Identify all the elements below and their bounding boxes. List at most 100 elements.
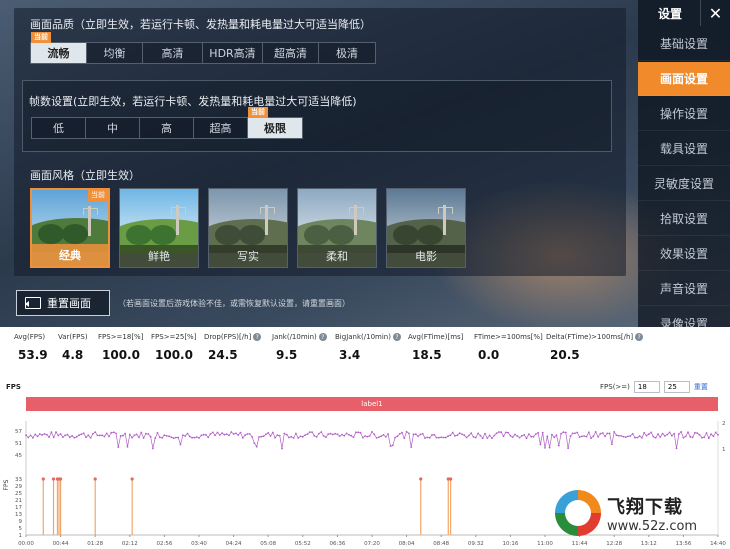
fps-series-point (214, 434, 217, 437)
fps-series-point (172, 437, 175, 440)
help-icon[interactable]: ? (392, 333, 401, 341)
close-icon[interactable]: ✕ (700, 0, 730, 26)
fps-series-point (428, 436, 431, 439)
y-tick-label: 1 (19, 533, 23, 539)
help-icon[interactable]: ? (318, 333, 327, 341)
fps-series-point (643, 431, 646, 434)
fps-series-point (170, 436, 173, 439)
fps-series-point (675, 447, 678, 450)
stat-label: Var(FPS) (58, 333, 88, 341)
fps-option[interactable]: 低 (32, 118, 86, 138)
fps-series-point (29, 434, 32, 437)
sidebar-item[interactable]: 操作设置 (638, 97, 730, 131)
style-option[interactable]: 写实 (208, 188, 288, 268)
jank-event-marker (419, 477, 423, 481)
fps-series-point (216, 431, 219, 434)
style-option[interactable]: 鲜艳 (119, 188, 199, 268)
quality-option[interactable]: 均衡 (87, 43, 143, 63)
fps-series-point (636, 436, 639, 439)
sidebar-item[interactable]: 拾取设置 (638, 202, 730, 236)
fps-option[interactable]: 高 (140, 118, 194, 138)
fps-series-point (652, 435, 655, 438)
fps-series-point (433, 433, 436, 436)
fps-option[interactable]: 中 (86, 118, 140, 138)
fps-series-point (223, 433, 226, 436)
jank-event-marker (449, 477, 453, 481)
fps-series-point (299, 435, 302, 438)
help-icon[interactable]: ? (253, 333, 262, 341)
fps-series-point (419, 433, 422, 436)
stat-label-text: BigJank(/10min) (335, 333, 391, 341)
sidebar-item[interactable]: 基础设置 (638, 27, 730, 61)
fps-series-point (304, 434, 306, 436)
sidebar-item[interactable]: 画面设置 (638, 62, 730, 96)
fps-series-point (152, 447, 154, 450)
fps-title: 帧数设置(立即生效，若运行卡顿、发热量和耗电量过大可适当降低) (29, 95, 357, 108)
style-option[interactable]: 经典 当前 (30, 188, 110, 268)
quality-option[interactable]: 极清 (319, 43, 375, 63)
fps-series-point (410, 446, 413, 448)
fps-filter-high-input[interactable] (663, 381, 690, 393)
stat-label: FPS>=18[%] (98, 333, 143, 341)
style-option[interactable]: 电影 (386, 188, 466, 268)
sidebar-item[interactable]: 载具设置 (638, 132, 730, 166)
sidebar-item[interactable]: 录像设置 (638, 307, 730, 327)
fps-series-point (408, 432, 410, 435)
fps-series-point (38, 433, 41, 435)
quality-option-label: 均衡 (103, 47, 126, 60)
quality-option[interactable]: 流畅 当前 (31, 32, 87, 63)
fps-series-point (456, 434, 459, 437)
label-bar[interactable]: label1 (26, 397, 718, 411)
fps-series-point (115, 432, 117, 435)
y-tick-label: 51 (15, 441, 22, 447)
fps-series-point (687, 431, 689, 434)
sidebar-item[interactable]: 效果设置 (638, 237, 730, 271)
fps-series-point (594, 431, 597, 433)
y-tick-label: 33 (15, 477, 22, 483)
fps-series-point (87, 434, 90, 437)
stat-label-text: FPS>=25[%] (151, 333, 197, 341)
style-option[interactable]: 柔和 (297, 188, 377, 268)
sidebar-item[interactable]: 灵敏度设置 (638, 167, 730, 201)
fps-series-point (311, 431, 313, 433)
chart-reset-link[interactable]: 重置 (694, 382, 708, 392)
style-preview-tower (349, 205, 364, 235)
fps-series-point (34, 433, 37, 436)
fps-series-point (712, 435, 715, 438)
quality-option[interactable]: 超高清 (263, 43, 319, 63)
quality-option[interactable]: HDR高清 (203, 43, 263, 63)
sidebar-item[interactable]: 声音设置 (638, 272, 730, 306)
fps-series-point (205, 433, 207, 436)
fps-series-point (239, 431, 242, 434)
fps-series-point (387, 433, 389, 435)
fps-series-point (62, 436, 64, 438)
fps-series-point (336, 433, 339, 436)
style-title: 画面风格（立即生效） (30, 169, 140, 182)
x-tick-label: 02:56 (156, 541, 172, 547)
reset-graphics-button[interactable]: 重置画面 (16, 290, 110, 316)
help-icon[interactable]: ? (635, 333, 644, 341)
fps-series-point (421, 432, 424, 435)
fps-option-label: 低 (53, 122, 64, 135)
x-tick-label: 07:20 (364, 541, 380, 547)
fps-series-point (36, 435, 39, 438)
y-tick-label: 13 (15, 512, 22, 518)
fps-series-point (666, 433, 669, 436)
fps-series-point (105, 432, 108, 435)
stat-label: Avg(FTime)[ms] (408, 333, 463, 341)
y-tick-label: 57 (15, 429, 22, 435)
fps-series-point (71, 435, 73, 437)
fps-filter-low-input[interactable] (633, 381, 660, 393)
quality-option[interactable]: 高清 (143, 43, 203, 63)
fps-series-point (555, 434, 558, 437)
fps-series-point (698, 433, 701, 436)
fps-option[interactable]: 超高 (194, 118, 248, 138)
fps-series-point (714, 431, 717, 434)
fps-series-point (285, 433, 288, 436)
fps-series-point (237, 434, 240, 436)
x-tick-label: 03:40 (191, 541, 207, 547)
fps-option[interactable]: 极限 当前 (248, 107, 302, 138)
fps-series-point (622, 435, 625, 438)
fps-series-point (587, 431, 590, 434)
fps-series-point (327, 433, 330, 436)
